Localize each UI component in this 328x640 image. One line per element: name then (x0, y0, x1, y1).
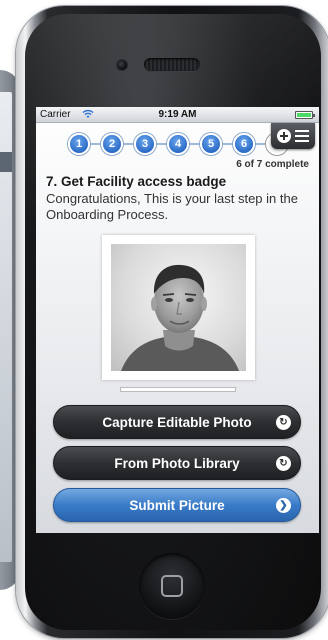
photo-caption-bar (120, 387, 236, 392)
step-3[interactable]: 3 (134, 133, 156, 155)
app-screen: Carrier 9:19 AM 1 2 3 4 5 6 6 of 7 compl… (36, 107, 319, 533)
submit-button-label: Submit Picture (129, 498, 225, 513)
status-bar: Carrier 9:19 AM (36, 107, 319, 123)
scene: Carrier 9:19 AM 1 2 3 4 5 6 6 of 7 compl… (0, 0, 328, 640)
capture-editable-photo-button[interactable]: Capture Editable Photo ↻ (53, 405, 301, 439)
refresh-icon: ↻ (276, 415, 291, 430)
step-description: Congratulations, This is your last step … (46, 191, 298, 222)
list-icon[interactable] (295, 130, 309, 142)
step-indicator: 1 2 3 4 5 6 (68, 131, 288, 157)
front-camera-icon (117, 60, 127, 70)
refresh-icon: ↻ (276, 456, 291, 471)
submit-picture-button[interactable]: Submit Picture ❯ (53, 488, 301, 522)
background-device-header (0, 152, 12, 172)
battery-fill (297, 113, 311, 117)
portrait-image (121, 264, 239, 371)
badge-photo (111, 244, 246, 371)
plus-circle-icon[interactable] (277, 129, 291, 143)
chevron-right-icon: ❯ (276, 498, 291, 513)
capture-button-label: Capture Editable Photo (102, 415, 252, 430)
home-square-icon (161, 575, 183, 597)
progress-summary: 6 of 7 complete (236, 159, 309, 170)
battery-icon (295, 111, 315, 119)
battery-nub (313, 114, 315, 117)
earpiece-speaker (144, 58, 200, 71)
step-1[interactable]: 1 (68, 133, 90, 155)
clock: 9:19 AM (158, 109, 197, 120)
step-title: 7. Get Facility access badge (46, 174, 227, 189)
step-5[interactable]: 5 (200, 133, 222, 155)
home-button[interactable] (139, 553, 205, 619)
from-photo-library-button[interactable]: From Photo Library ↻ (53, 446, 301, 480)
menu-button[interactable] (271, 123, 315, 149)
step-2[interactable]: 2 (101, 133, 123, 155)
step-4[interactable]: 4 (167, 133, 189, 155)
library-button-label: From Photo Library (114, 456, 240, 471)
photo-frame (102, 235, 255, 380)
step-6[interactable]: 6 (233, 133, 255, 155)
